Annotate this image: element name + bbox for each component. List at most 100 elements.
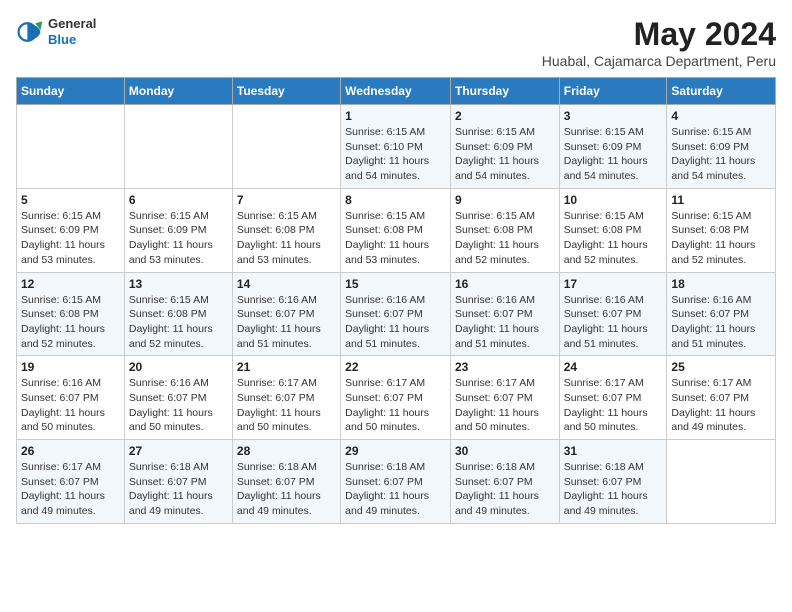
day-number: 9 <box>455 193 555 207</box>
day-info: Sunrise: 6:15 AM Sunset: 6:09 PM Dayligh… <box>564 125 663 184</box>
logo-blue-text: Blue <box>48 32 96 48</box>
calendar-cell: 20 Sunrise: 6:16 AM Sunset: 6:07 PM Dayli… <box>124 356 232 440</box>
month-year-title: May 2024 <box>542 16 776 53</box>
calendar-cell: 5Sunrise: 6:15 AM Sunset: 6:09 PM Daylig… <box>17 188 125 272</box>
day-number: 30 <box>455 444 555 458</box>
day-info: Sunrise: 6:17 AM Sunset: 6:07 PM Dayligh… <box>345 376 446 435</box>
day-info: Sunrise: 6:16 AM Sunset: 6:07 PM Dayligh… <box>564 293 663 352</box>
day-number: 15 <box>345 277 446 291</box>
calendar-cell: 7 Sunrise: 6:15 AM Sunset: 6:08 PM Daylig… <box>232 188 340 272</box>
day-info: Sunrise: 6:15 AM Sunset: 6:09 PM Dayligh… <box>129 209 228 268</box>
day-number: 25 <box>671 360 771 374</box>
day-number: 31 <box>564 444 663 458</box>
calendar-cell: 9 Sunrise: 6:15 AM Sunset: 6:08 PM Daylig… <box>450 188 559 272</box>
day-number: 20 <box>129 360 228 374</box>
weekday-header-tuesday: Tuesday <box>232 78 340 105</box>
day-number: 23 <box>455 360 555 374</box>
calendar-cell: 17 Sunrise: 6:16 AM Sunset: 6:07 PM Dayli… <box>559 272 667 356</box>
calendar-cell: 1 Sunrise: 6:15 AM Sunset: 6:10 PM Daylig… <box>341 105 451 189</box>
day-info: Sunrise: 6:17 AM Sunset: 6:07 PM Dayligh… <box>21 460 120 519</box>
weekday-header-monday: Monday <box>124 78 232 105</box>
calendar-cell <box>667 440 776 524</box>
day-number: 27 <box>129 444 228 458</box>
calendar-cell: 8 Sunrise: 6:15 AM Sunset: 6:08 PM Daylig… <box>341 188 451 272</box>
day-info: Sunrise: 6:17 AM Sunset: 6:07 PM Dayligh… <box>455 376 555 435</box>
calendar-week-row: 12Sunrise: 6:15 AM Sunset: 6:08 PM Dayli… <box>17 272 776 356</box>
calendar-cell: 23 Sunrise: 6:17 AM Sunset: 6:07 PM Dayli… <box>450 356 559 440</box>
calendar-week-row: 26 Sunrise: 6:17 AM Sunset: 6:07 PM Dayli… <box>17 440 776 524</box>
day-info: Sunrise: 6:15 AM Sunset: 6:08 PM Dayligh… <box>455 209 555 268</box>
calendar-cell: 12Sunrise: 6:15 AM Sunset: 6:08 PM Dayli… <box>17 272 125 356</box>
day-number: 22 <box>345 360 446 374</box>
location-subtitle: Huabal, Cajamarca Department, Peru <box>542 53 776 69</box>
day-info: Sunrise: 6:15 AM Sunset: 6:08 PM Dayligh… <box>345 209 446 268</box>
calendar-cell: 2Sunrise: 6:15 AM Sunset: 6:09 PM Daylig… <box>450 105 559 189</box>
day-info: Sunrise: 6:16 AM Sunset: 6:07 PM Dayligh… <box>21 376 120 435</box>
calendar-cell: 22 Sunrise: 6:17 AM Sunset: 6:07 PM Dayli… <box>341 356 451 440</box>
weekday-header-friday: Friday <box>559 78 667 105</box>
weekday-header-sunday: Sunday <box>17 78 125 105</box>
calendar-cell: 11Sunrise: 6:15 AM Sunset: 6:08 PM Dayli… <box>667 188 776 272</box>
weekday-header-row: SundayMondayTuesdayWednesdayThursdayFrid… <box>17 78 776 105</box>
day-info: Sunrise: 6:15 AM Sunset: 6:10 PM Dayligh… <box>345 125 446 184</box>
day-number: 18 <box>671 277 771 291</box>
day-info: Sunrise: 6:17 AM Sunset: 6:07 PM Dayligh… <box>564 376 663 435</box>
calendar-cell <box>232 105 340 189</box>
calendar-cell: 14Sunrise: 6:16 AM Sunset: 6:07 PM Dayli… <box>232 272 340 356</box>
day-number: 5 <box>21 193 120 207</box>
calendar-cell: 18 Sunrise: 6:16 AM Sunset: 6:07 PM Dayli… <box>667 272 776 356</box>
calendar-cell: 26 Sunrise: 6:17 AM Sunset: 6:07 PM Dayli… <box>17 440 125 524</box>
day-info: Sunrise: 6:18 AM Sunset: 6:07 PM Dayligh… <box>455 460 555 519</box>
day-info: Sunrise: 6:15 AM Sunset: 6:08 PM Dayligh… <box>564 209 663 268</box>
calendar-cell: 19Sunrise: 6:16 AM Sunset: 6:07 PM Dayli… <box>17 356 125 440</box>
day-info: Sunrise: 6:16 AM Sunset: 6:07 PM Dayligh… <box>345 293 446 352</box>
calendar-cell: 30 Sunrise: 6:18 AM Sunset: 6:07 PM Dayli… <box>450 440 559 524</box>
calendar-cell: 6 Sunrise: 6:15 AM Sunset: 6:09 PM Daylig… <box>124 188 232 272</box>
calendar-week-row: 1 Sunrise: 6:15 AM Sunset: 6:10 PM Daylig… <box>17 105 776 189</box>
day-info: Sunrise: 6:15 AM Sunset: 6:09 PM Dayligh… <box>671 125 771 184</box>
day-info: Sunrise: 6:15 AM Sunset: 6:08 PM Dayligh… <box>671 209 771 268</box>
day-number: 7 <box>237 193 336 207</box>
day-number: 13 <box>129 277 228 291</box>
calendar-week-row: 5 Sunrise: 6:15 AM Sunset: 6:09 PM Daylig… <box>17 188 776 272</box>
day-info: Sunrise: 6:18 AM Sunset: 6:07 PM Dayligh… <box>564 460 663 519</box>
logo-text: General Blue <box>48 16 96 47</box>
logo-icon <box>16 18 44 46</box>
day-info: Sunrise: 6:16 AM Sunset: 6:07 PM Dayligh… <box>129 376 228 435</box>
weekday-header-saturday: Saturday <box>667 78 776 105</box>
day-number: 16 <box>455 277 555 291</box>
day-number: 28 <box>237 444 336 458</box>
day-info: Sunrise: 6:15 AM Sunset: 6:08 PM Dayligh… <box>129 293 228 352</box>
calendar-cell <box>124 105 232 189</box>
calendar-cell: 24Sunrise: 6:17 AM Sunset: 6:07 PM Dayli… <box>559 356 667 440</box>
weekday-header-wednesday: Wednesday <box>341 78 451 105</box>
logo: General Blue <box>16 16 96 47</box>
weekday-header-thursday: Thursday <box>450 78 559 105</box>
page-header: General Blue May 2024 Huabal, Cajamarca … <box>16 16 776 69</box>
day-info: Sunrise: 6:16 AM Sunset: 6:07 PM Dayligh… <box>671 293 771 352</box>
day-info: Sunrise: 6:18 AM Sunset: 6:07 PM Dayligh… <box>345 460 446 519</box>
calendar-cell: 16 Sunrise: 6:16 AM Sunset: 6:07 PM Dayli… <box>450 272 559 356</box>
calendar-cell: 15 Sunrise: 6:16 AM Sunset: 6:07 PM Dayli… <box>341 272 451 356</box>
calendar-cell: 31 Sunrise: 6:18 AM Sunset: 6:07 PM Dayli… <box>559 440 667 524</box>
calendar-cell: 29 Sunrise: 6:18 AM Sunset: 6:07 PM Dayli… <box>341 440 451 524</box>
day-number: 6 <box>129 193 228 207</box>
day-info: Sunrise: 6:16 AM Sunset: 6:07 PM Dayligh… <box>455 293 555 352</box>
day-number: 3 <box>564 109 663 123</box>
day-info: Sunrise: 6:15 AM Sunset: 6:09 PM Dayligh… <box>455 125 555 184</box>
day-info: Sunrise: 6:15 AM Sunset: 6:08 PM Dayligh… <box>237 209 336 268</box>
calendar-cell: 3 Sunrise: 6:15 AM Sunset: 6:09 PM Daylig… <box>559 105 667 189</box>
calendar-cell: 10Sunrise: 6:15 AM Sunset: 6:08 PM Dayli… <box>559 188 667 272</box>
calendar-cell: 13 Sunrise: 6:15 AM Sunset: 6:08 PM Dayli… <box>124 272 232 356</box>
calendar-cell: 21Sunrise: 6:17 AM Sunset: 6:07 PM Dayli… <box>232 356 340 440</box>
day-number: 4 <box>671 109 771 123</box>
title-block: May 2024 Huabal, Cajamarca Department, P… <box>542 16 776 69</box>
day-number: 26 <box>21 444 120 458</box>
day-number: 29 <box>345 444 446 458</box>
day-number: 8 <box>345 193 446 207</box>
day-number: 17 <box>564 277 663 291</box>
day-number: 1 <box>345 109 446 123</box>
calendar-cell <box>17 105 125 189</box>
calendar-cell: 28Sunrise: 6:18 AM Sunset: 6:07 PM Dayli… <box>232 440 340 524</box>
calendar-cell: 4 Sunrise: 6:15 AM Sunset: 6:09 PM Daylig… <box>667 105 776 189</box>
